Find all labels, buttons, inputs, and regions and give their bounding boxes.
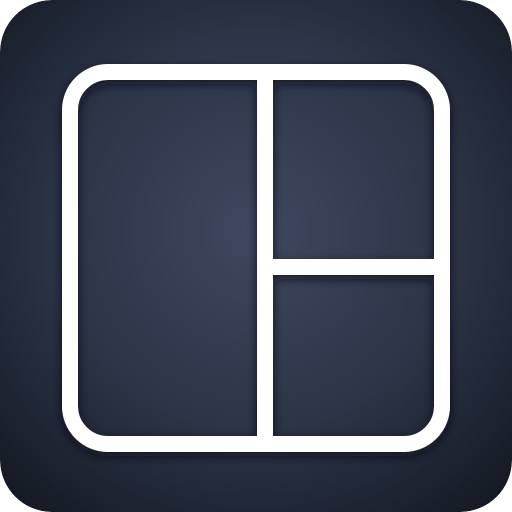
app-icon [0, 0, 512, 512]
collage-layout-icon [0, 0, 512, 512]
icon-background [0, 0, 512, 512]
